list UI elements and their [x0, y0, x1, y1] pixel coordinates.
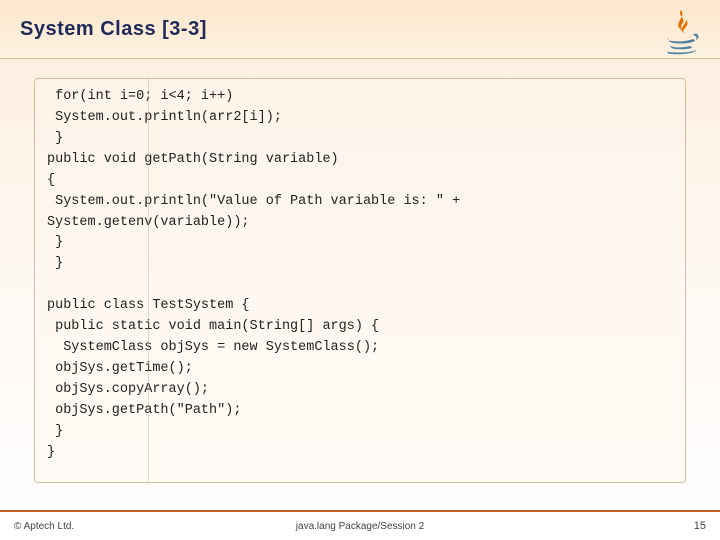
code-line: } — [47, 235, 63, 250]
code-line: public void getPath(String variable) — [47, 152, 339, 167]
slide-title: System Class [3-3] — [20, 18, 207, 41]
vertical-guide — [148, 78, 149, 483]
code-line: public static void main(String[] args) { — [47, 319, 379, 334]
code-line: } — [47, 256, 63, 271]
footer: © Aptech Ltd. java.lang Package/Session … — [0, 510, 720, 540]
code-block: for(int i=0; i<4; i++) System.out.printl… — [34, 78, 686, 483]
code-line: objSys.copyArray(); — [47, 382, 209, 397]
title-bar: System Class [3-3] — [0, 0, 720, 59]
code-line: objSys.getPath("Path"); — [47, 403, 241, 418]
code-line: for(int i=0; i<4; i++) — [47, 89, 233, 104]
page-number: 15 — [694, 520, 706, 532]
code-line: System.out.println("Value of Path variab… — [47, 194, 460, 209]
code-line: } — [47, 445, 55, 460]
code-line: } — [47, 424, 63, 439]
code-line: SystemClass objSys = new SystemClass(); — [47, 340, 379, 355]
code-line: { — [47, 173, 55, 188]
code-line: System.out.println(arr2[i]); — [47, 110, 282, 125]
slide: System Class [3-3] for(int i=0; i<4; i++… — [0, 0, 720, 540]
code-line: } — [47, 131, 63, 146]
java-logo-icon — [660, 6, 702, 58]
footer-copyright: © Aptech Ltd. — [14, 521, 74, 532]
footer-session: java.lang Package/Session 2 — [296, 521, 424, 532]
code-line: objSys.getTime(); — [47, 361, 193, 376]
